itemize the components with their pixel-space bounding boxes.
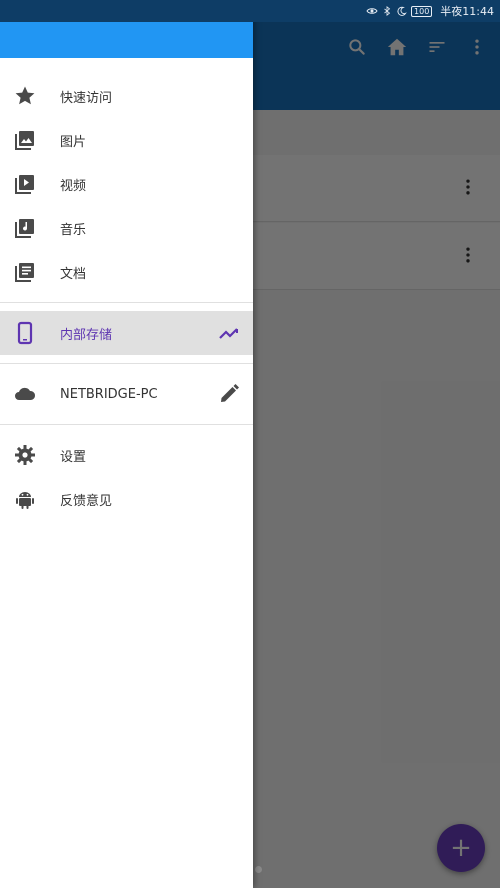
edit-icon[interactable] bbox=[217, 382, 241, 406]
drawer-menu: 快速访问 图片 视频 音乐 文档 内部存储 NETBRIDGE-PC 设置 反馈… bbox=[0, 74, 253, 521]
bluetooth-icon bbox=[382, 5, 392, 17]
music-icon bbox=[13, 216, 37, 240]
cloud-icon bbox=[13, 382, 37, 406]
phone-icon bbox=[13, 321, 37, 345]
document-icon bbox=[13, 260, 37, 284]
drawer-item-label: 设置 bbox=[60, 449, 87, 465]
trending-icon[interactable] bbox=[217, 321, 241, 345]
battery-icon: 100 bbox=[411, 5, 433, 17]
drawer-item-label: 文档 bbox=[60, 266, 87, 282]
drawer-item-netbridge-pc[interactable]: NETBRIDGE-PC bbox=[0, 372, 253, 416]
page-indicator-dot bbox=[255, 866, 262, 873]
clock: 半夜11:44 bbox=[440, 5, 494, 18]
image-icon bbox=[13, 128, 37, 152]
star-icon bbox=[13, 84, 37, 108]
drawer-item-label: 图片 bbox=[60, 134, 87, 150]
moon-icon bbox=[396, 6, 407, 17]
drawer-item-quick-access[interactable]: 快速访问 bbox=[0, 74, 253, 118]
navigation-drawer: 快速访问 图片 视频 音乐 文档 内部存储 NETBRIDGE-PC 设置 反馈… bbox=[0, 0, 253, 888]
drawer-item-feedback[interactable]: 反馈意见 bbox=[0, 477, 253, 521]
video-icon bbox=[13, 172, 37, 196]
drawer-item-documents[interactable]: 文档 bbox=[0, 250, 253, 294]
android-icon bbox=[13, 487, 37, 511]
drawer-item-label: 反馈意见 bbox=[60, 493, 113, 509]
drawer-header bbox=[0, 22, 253, 58]
drawer-item-images[interactable]: 图片 bbox=[0, 118, 253, 162]
drawer-item-label: NETBRIDGE-PC bbox=[60, 386, 158, 402]
drawer-item-label: 音乐 bbox=[60, 222, 87, 238]
drawer-item-settings[interactable]: 设置 bbox=[0, 433, 253, 477]
status-bar: 100 半夜11:44 bbox=[0, 0, 500, 22]
gear-icon bbox=[13, 443, 37, 467]
drawer-item-label: 快速访问 bbox=[60, 90, 113, 106]
drawer-item-label: 视频 bbox=[60, 178, 87, 194]
drawer-item-label: 内部存储 bbox=[60, 327, 113, 343]
drawer-item-internal-storage[interactable]: 内部存储 bbox=[0, 311, 253, 355]
eye-comfort-icon bbox=[366, 5, 378, 17]
drawer-item-music[interactable]: 音乐 bbox=[0, 206, 253, 250]
drawer-item-videos[interactable]: 视频 bbox=[0, 162, 253, 206]
